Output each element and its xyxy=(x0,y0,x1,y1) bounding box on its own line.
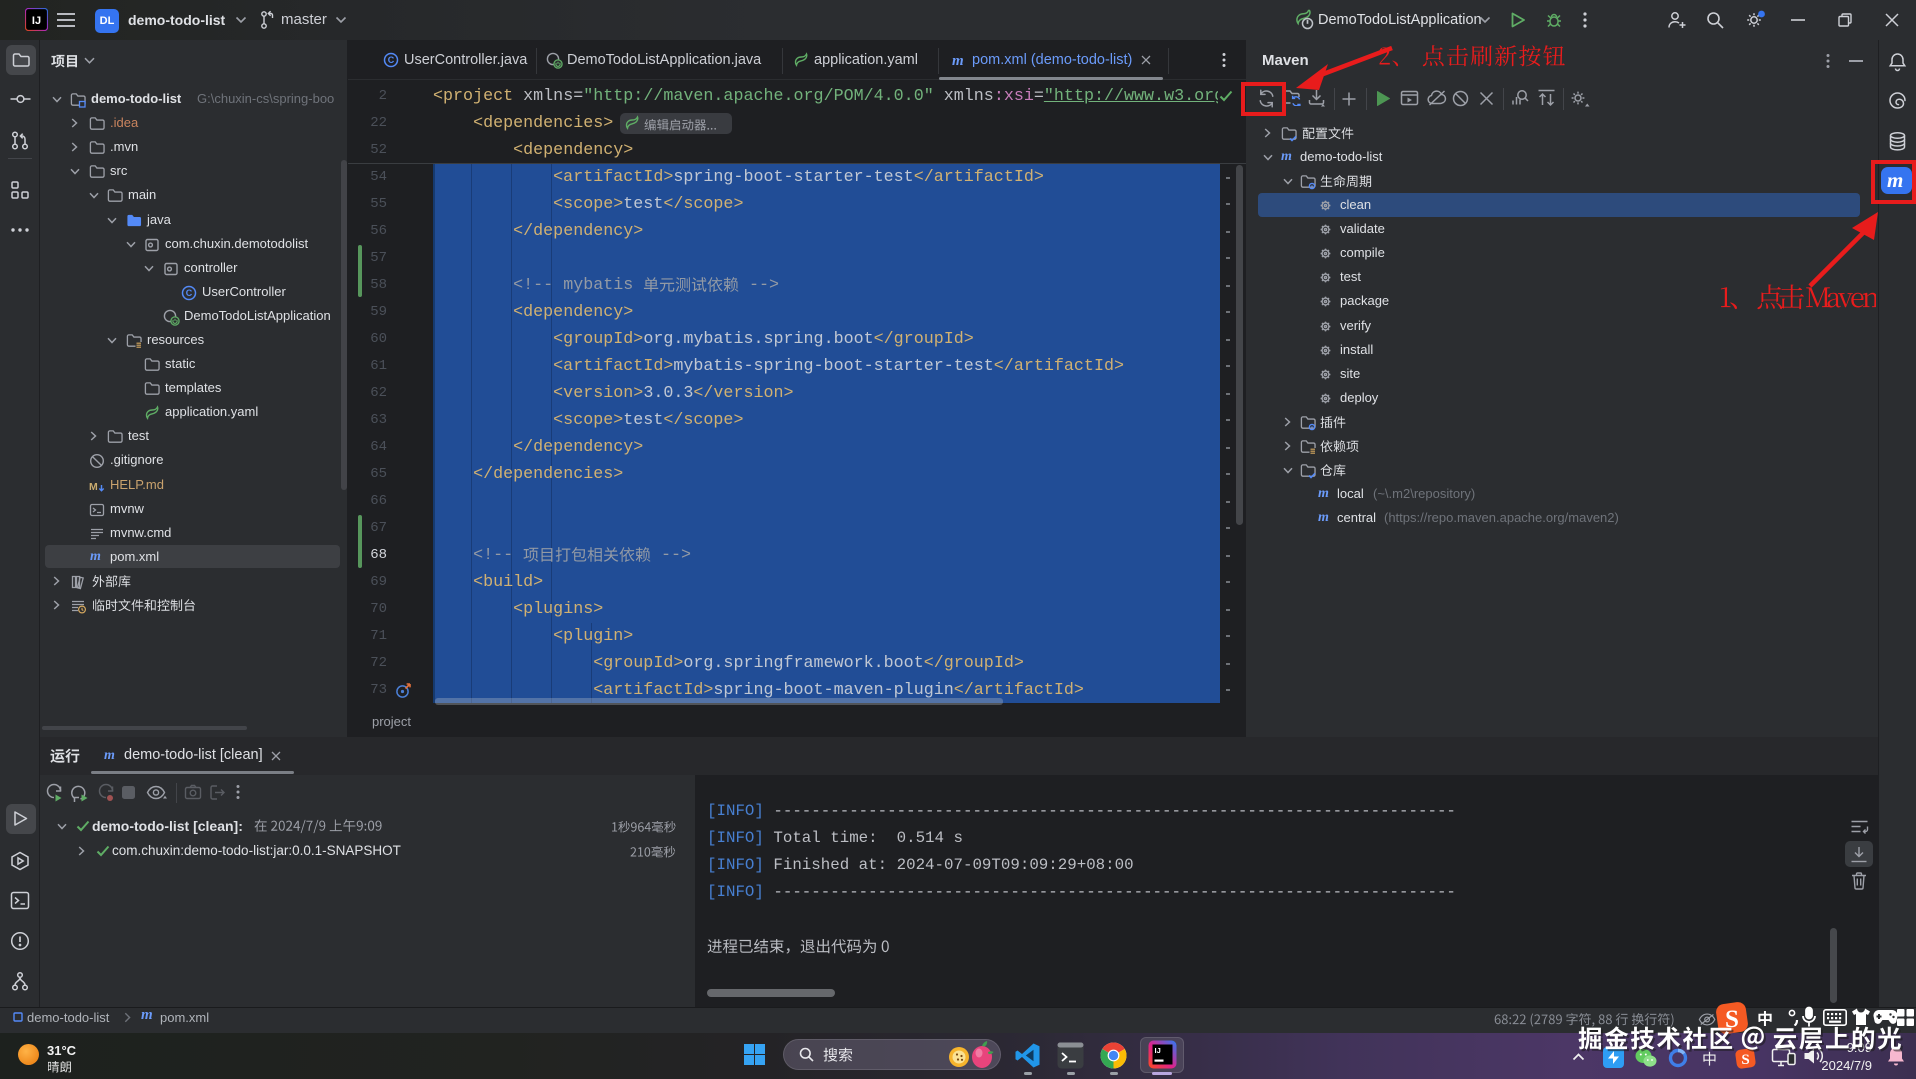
svg-text:C: C xyxy=(186,288,193,298)
svg-text:IJ: IJ xyxy=(32,15,41,27)
svg-text:C: C xyxy=(388,55,395,65)
svg-text:M: M xyxy=(89,481,98,493)
svg-text:IJ: IJ xyxy=(1155,1046,1161,1055)
